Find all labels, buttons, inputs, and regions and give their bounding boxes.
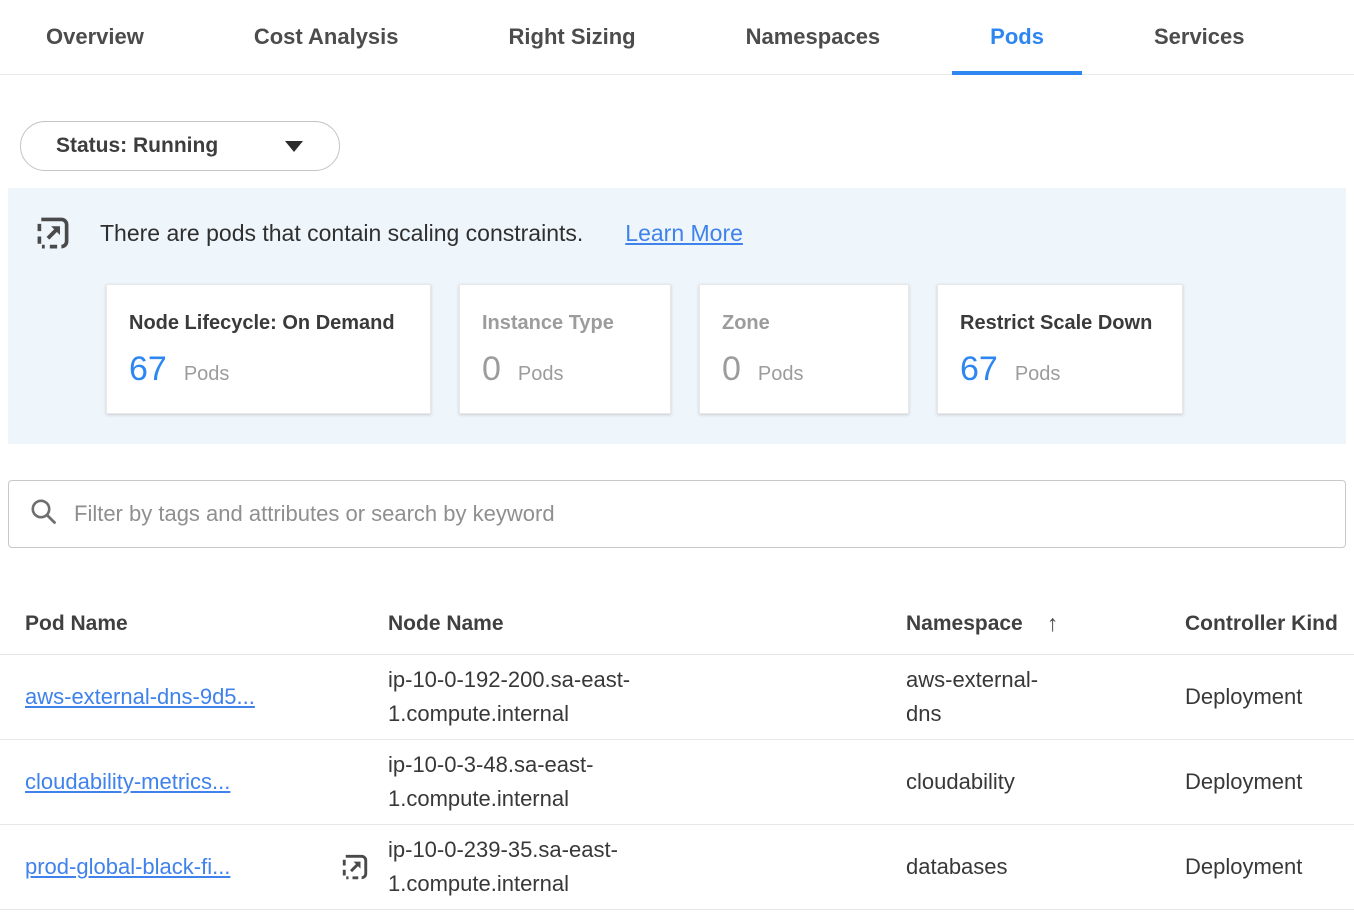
column-header-node-name[interactable]: Node Name <box>388 612 906 636</box>
node-name-cell: ip-10-0-3-48.sa-east-1.compute.internal <box>388 748 906 816</box>
tab-services[interactable]: Services <box>1116 0 1283 74</box>
card-value-row: 67 Pods <box>960 349 1160 389</box>
table-header-row: Pod Name Node Name Namespace ↑ Controlle… <box>0 593 1354 655</box>
card-pod-count: 67 <box>960 349 998 389</box>
scaling-constraints-banner: There are pods that contain scaling cons… <box>8 188 1346 444</box>
tab-namespaces[interactable]: Namespaces <box>708 0 919 74</box>
table-row: cloudability-metrics... ip-10-0-3-48.sa-… <box>0 740 1354 825</box>
constraint-cards: Node Lifecycle: On Demand 67 Pods Instan… <box>106 284 1320 414</box>
node-name-text: ip-10-0-239-35.sa-east-1.compute.interna… <box>388 833 660 901</box>
tab-label: Right Sizing <box>509 24 636 50</box>
card-unit-label: Pods <box>1015 363 1061 386</box>
tab-label: Overview <box>46 24 144 50</box>
scale-out-icon <box>34 214 72 252</box>
learn-more-link[interactable]: Learn More <box>625 220 743 247</box>
search-icon <box>28 496 59 532</box>
column-header-controller-kind[interactable]: Controller Kind <box>1185 612 1354 636</box>
card-title: Instance Type <box>482 311 648 335</box>
card-pod-count: 0 <box>722 349 741 389</box>
card-value-row: 67 Pods <box>129 349 408 389</box>
banner-message: There are pods that contain scaling cons… <box>100 220 583 247</box>
node-name-text: ip-10-0-192-200.sa-east-1.compute.intern… <box>388 663 660 731</box>
card-unit-label: Pods <box>184 363 230 386</box>
table-row: prod-global-black-fi... ip-10-0-239-35.s… <box>0 825 1354 910</box>
namespace-text: cloudability <box>906 765 1046 799</box>
namespace-cell: aws-external-dns <box>906 663 1185 731</box>
pod-name-cell: aws-external-dns-9d5... <box>25 680 388 714</box>
tab-overview[interactable]: Overview <box>8 0 182 74</box>
table-row: aws-external-dns-9d5... ip-10-0-192-200.… <box>0 655 1354 740</box>
controller-kind-cell: Deployment <box>1185 765 1354 799</box>
namespace-text: aws-external-dns <box>906 663 1046 731</box>
card-title: Zone <box>722 311 886 335</box>
card-pod-count: 67 <box>129 349 167 389</box>
column-header-label: Namespace <box>906 612 1023 636</box>
card-value-row: 0 Pods <box>722 349 886 389</box>
tab-label: Cost Analysis <box>254 24 399 50</box>
top-tab-bar: Overview Cost Analysis Right Sizing Name… <box>0 0 1354 75</box>
pods-table: Pod Name Node Name Namespace ↑ Controlle… <box>0 593 1354 910</box>
scale-out-icon <box>340 852 370 882</box>
banner-header: There are pods that contain scaling cons… <box>34 214 1320 252</box>
card-unit-label: Pods <box>518 363 564 386</box>
tab-pods[interactable]: Pods <box>952 0 1082 74</box>
column-header-namespace[interactable]: Namespace ↑ <box>906 610 1185 637</box>
card-pod-count: 0 <box>482 349 501 389</box>
card-title: Node Lifecycle: On Demand <box>129 311 408 335</box>
pod-name-link[interactable]: cloudability-metrics... <box>25 765 230 799</box>
controller-kind-cell: Deployment <box>1185 850 1354 884</box>
tab-label: Pods <box>990 24 1044 50</box>
search-input[interactable] <box>74 501 1326 527</box>
card-restrict-scale-down[interactable]: Restrict Scale Down 67 Pods <box>937 284 1183 414</box>
namespace-text: databases <box>906 850 1046 884</box>
card-zone[interactable]: Zone 0 Pods <box>699 284 909 414</box>
tab-virtual[interactable]: Virtu <box>1317 0 1354 74</box>
pod-name-cell: prod-global-black-fi... <box>25 850 388 884</box>
pod-name-link[interactable]: aws-external-dns-9d5... <box>25 680 255 714</box>
tab-right-sizing[interactable]: Right Sizing <box>471 0 674 74</box>
namespace-cell: cloudability <box>906 765 1185 799</box>
status-filter-value: Status: Running <box>56 134 218 158</box>
sort-ascending-icon[interactable]: ↑ <box>1047 610 1059 637</box>
card-instance-type[interactable]: Instance Type 0 Pods <box>459 284 671 414</box>
namespace-cell: databases <box>906 850 1185 884</box>
tab-cost-analysis[interactable]: Cost Analysis <box>216 0 437 74</box>
pod-name-cell: cloudability-metrics... <box>25 765 388 799</box>
column-header-pod-name[interactable]: Pod Name <box>25 612 388 636</box>
node-name-text: ip-10-0-3-48.sa-east-1.compute.internal <box>388 748 660 816</box>
card-unit-label: Pods <box>758 363 804 386</box>
pod-name-link[interactable]: prod-global-black-fi... <box>25 850 230 884</box>
card-node-lifecycle[interactable]: Node Lifecycle: On Demand 67 Pods <box>106 284 431 414</box>
card-title: Restrict Scale Down <box>960 311 1160 335</box>
chevron-down-icon <box>285 141 303 152</box>
node-name-cell: ip-10-0-192-200.sa-east-1.compute.intern… <box>388 663 906 731</box>
card-value-row: 0 Pods <box>482 349 648 389</box>
status-filter-dropdown[interactable]: Status: Running <box>20 121 340 171</box>
controller-kind-cell: Deployment <box>1185 680 1354 714</box>
node-name-cell: ip-10-0-239-35.sa-east-1.compute.interna… <box>388 833 906 901</box>
filter-search-box <box>8 480 1346 548</box>
tab-label: Services <box>1154 24 1245 50</box>
tab-label: Namespaces <box>746 24 881 50</box>
